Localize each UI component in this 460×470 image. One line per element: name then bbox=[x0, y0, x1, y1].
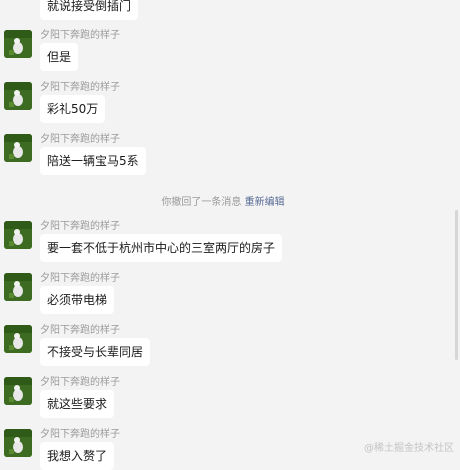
avatar-grass-photo-icon bbox=[4, 273, 32, 301]
message-bubble[interactable]: 陪送一辆宝马5系 bbox=[40, 147, 146, 175]
avatar[interactable] bbox=[4, 30, 32, 58]
message-bubble[interactable]: 不接受与长辈同居 bbox=[40, 338, 151, 366]
sender-name: 夕阳下奔跑的样子 bbox=[40, 325, 120, 336]
avatar-grass-photo-icon bbox=[4, 325, 32, 353]
avatar[interactable] bbox=[4, 325, 32, 353]
avatar-grass-photo-icon bbox=[4, 377, 32, 405]
watermark: @稀土掘金技术社区 bbox=[364, 443, 454, 454]
sender-name: 夕阳下奔跑的样子 bbox=[40, 429, 120, 440]
avatar[interactable] bbox=[4, 134, 32, 162]
sender-name: 夕阳下奔跑的样子 bbox=[40, 377, 120, 388]
sender-name: 夕阳下奔跑的样子 bbox=[40, 82, 120, 93]
avatar-grass-photo-icon bbox=[4, 221, 32, 249]
message-bubble[interactable]: 彩礼50万 bbox=[40, 95, 106, 123]
sender-name: 夕阳下奔跑的样子 bbox=[40, 134, 120, 145]
sender-name: 夕阳下奔跑的样子 bbox=[40, 221, 120, 232]
avatar[interactable] bbox=[4, 82, 32, 110]
recall-notice: 你撤回了一条消息 重新编辑 bbox=[0, 193, 446, 208]
scrollbar[interactable] bbox=[455, 210, 458, 360]
re-edit-link[interactable]: 重新编辑 bbox=[245, 197, 285, 208]
message-bubble[interactable]: 必须带电梯 bbox=[40, 286, 115, 314]
sender-name: 夕阳下奔跑的样子 bbox=[40, 273, 120, 284]
avatar[interactable] bbox=[4, 273, 32, 301]
message-bubble[interactable]: 但是 bbox=[40, 43, 79, 71]
avatar-grass-photo-icon bbox=[4, 30, 32, 58]
message-bubble[interactable]: 就这些要求 bbox=[40, 390, 115, 418]
avatar-grass-photo-icon bbox=[4, 134, 32, 162]
avatar-grass-photo-icon bbox=[4, 82, 32, 110]
message-bubble[interactable]: 要一套不低于杭州市中心的三室两厅的房子 bbox=[40, 234, 283, 262]
avatar[interactable] bbox=[4, 377, 32, 405]
avatar[interactable] bbox=[4, 429, 32, 457]
avatar-grass-photo-icon bbox=[4, 429, 32, 457]
message-bubble[interactable]: 我想入赘了 bbox=[40, 442, 115, 470]
avatar[interactable] bbox=[4, 221, 32, 249]
recall-notice-text: 你撤回了一条消息 bbox=[161, 197, 242, 208]
sender-name: 夕阳下奔跑的样子 bbox=[40, 30, 120, 41]
message-bubble[interactable]: 就说接受倒插门 bbox=[40, 0, 139, 20]
